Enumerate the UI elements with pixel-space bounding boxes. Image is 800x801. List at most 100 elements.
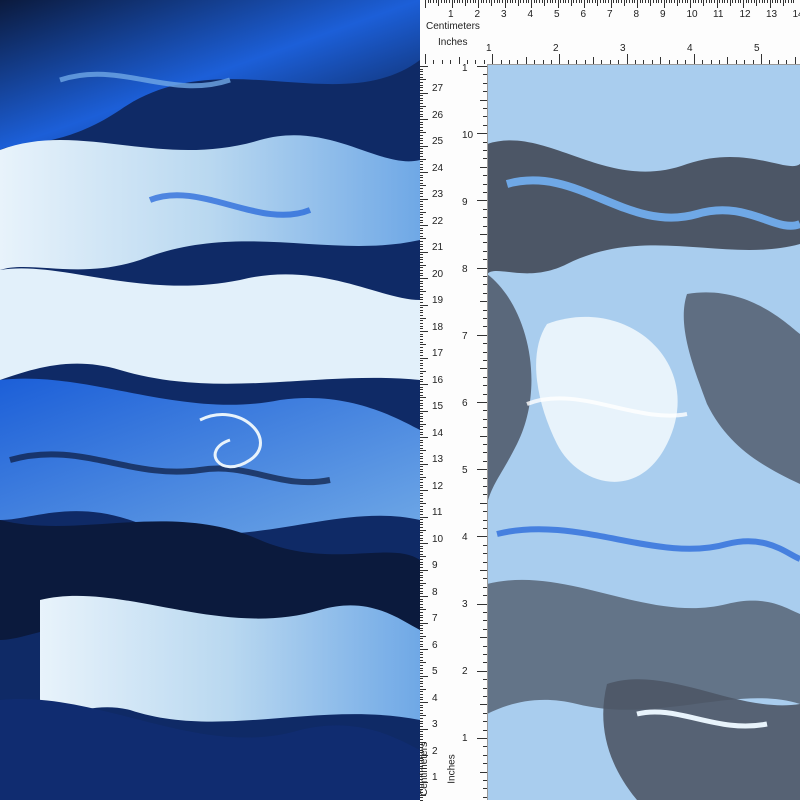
ruler-tick [420,633,423,634]
ruler-tick [732,0,733,3]
ruler-tick [682,0,683,3]
ruler-tick [783,0,784,6]
ruler-tick [420,453,423,454]
ruler-tick [425,54,426,64]
ruler-tick [420,270,423,271]
ruler-tick [481,0,482,3]
side-cm-number: 11 [432,508,442,518]
ruler-tick [677,60,678,64]
ruler-tick [483,595,487,596]
ruler-tick [480,704,487,705]
ruler-tick [420,593,423,594]
ruler-tick [420,140,423,141]
ruler-tick [618,0,619,3]
ruler-tick [420,236,423,237]
ruler-tick [517,60,518,64]
ruler-tick [420,461,423,462]
ruler-tick [736,60,737,64]
ruler-tick [483,410,487,411]
ruler-tick [560,0,561,3]
ruler-tick [420,644,423,645]
ruler-tick [483,562,487,563]
ruler-tick [420,676,428,677]
ruler-tick [480,234,487,235]
ruler-tick [420,238,426,239]
ruler-tick [420,209,423,210]
ruler-tick [420,734,423,735]
ruler-tick [483,788,487,789]
ruler-tick [420,376,423,377]
ruler-tick [420,175,423,176]
ruler-tick [552,0,553,3]
ruler-tick [756,0,757,6]
side-cm-number: 27 [432,84,443,94]
ruler-tick [483,511,487,512]
ruler-tick [420,543,428,544]
side-cm-number: 17 [432,349,443,359]
ruler-tick [420,344,426,345]
ruler-tick [420,411,428,412]
ruler-tick [483,360,487,361]
ruler-tick [477,738,487,739]
ruler-tick [420,114,423,115]
ruler-tick [775,0,776,3]
ruler-tick [589,0,590,3]
ruler-tick [420,90,423,91]
ruler-tick [477,133,487,134]
ruler-tick [420,710,423,711]
ruler-tick [420,416,423,417]
ruler-tick [420,381,423,382]
ruler-tick [483,0,484,3]
ruler-tick [491,0,492,6]
ruler-tick [454,0,455,3]
ruler-tick [420,665,423,666]
ruler-tick [505,0,506,8]
ruler-tick [420,697,423,698]
ruler-tick [420,297,423,298]
side-cm-number: 9 [432,561,438,571]
ruler-tick [788,0,789,3]
ruler-tick [693,0,694,3]
side-inch-number: 3 [462,600,468,610]
ruler-tick [706,0,707,3]
ruler-tick [483,158,487,159]
ruler-tick [477,536,487,537]
ruler-tick [518,0,519,6]
side-cm-number: 24 [432,164,443,174]
ruler-tick [420,66,428,67]
ruler-tick [480,368,487,369]
ruler-tick [420,146,428,147]
ruler-tick [559,54,560,64]
ruler-tick [420,259,423,260]
ruler-tick [502,0,503,3]
ruler-tick [480,301,487,302]
ruler-tick [483,763,487,764]
side-cm-number: 6 [432,641,438,651]
ruler-tick [656,0,657,3]
ruler-tick [420,596,428,597]
ruler-tick [420,413,423,414]
ruler-tick [420,424,426,425]
ruler-tick [420,233,423,234]
ruler-tick [587,0,588,3]
ruler-tick [420,169,423,170]
ruler-tick [420,405,423,406]
ruler-tick [420,373,423,374]
ruler-tick [652,60,653,64]
ruler-tick [477,469,487,470]
ruler-tick [420,628,423,629]
ruler-tick [483,612,487,613]
ruler-tick [420,85,423,86]
ruler-tick [430,0,431,3]
ruler-tick [563,0,564,3]
ruler-tick [420,350,423,351]
ruler-tick [420,122,423,123]
ruler-tick [703,0,704,6]
ruler-tick [420,532,423,533]
ruler-tick [785,0,786,3]
ruler-tick [420,456,423,457]
side-centimeters-label: Centimeters [420,742,430,796]
ruler-tick [420,583,426,584]
ruler-tick [509,60,510,64]
ruler-tick [420,106,426,107]
